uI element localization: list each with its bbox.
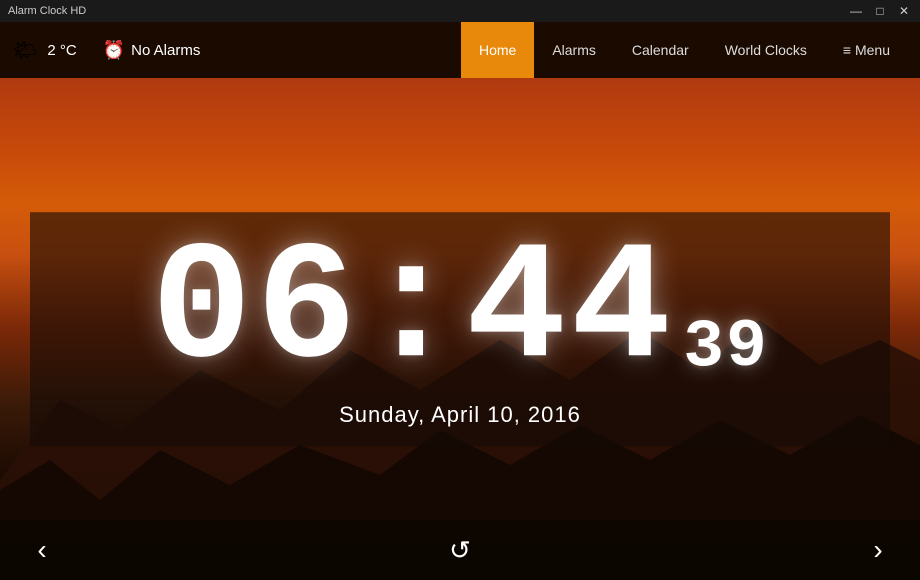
nav-alarms-button[interactable]: Alarms — [534, 22, 614, 78]
clock-hours: 06 — [151, 216, 361, 406]
navbar: 🌤 2 °C ⏰ No Alarms Home Alarms Calendar … — [0, 22, 920, 78]
weather-icon: 🌤 — [12, 38, 37, 63]
alarm-status: No Alarms — [131, 42, 200, 59]
clock-panel: 06:44 39 Sunday, April 10, 2016 — [30, 212, 890, 446]
nav-menu-button[interactable]: ≡ Menu — [825, 22, 908, 78]
nav-home-button[interactable]: Home — [461, 22, 534, 78]
clock-date: Sunday, April 10, 2016 — [339, 402, 581, 428]
next-button[interactable]: › — [856, 528, 900, 572]
weather-temp: 2 °C — [47, 42, 76, 59]
window-controls: — □ ✕ — [848, 4, 912, 18]
nav-calendar-button[interactable]: Calendar — [614, 22, 707, 78]
close-button[interactable]: ✕ — [896, 4, 912, 18]
nav-left: 🌤 2 °C ⏰ No Alarms — [12, 38, 461, 63]
clock-seconds: 39 — [683, 314, 769, 382]
minimize-button[interactable]: — — [848, 4, 864, 18]
nav-world-clocks-button[interactable]: World Clocks — [707, 22, 825, 78]
nav-right: Home Alarms Calendar World Clocks ≡ Menu — [461, 22, 908, 78]
clock-time: 06:44 — [151, 232, 675, 392]
alarm-section: ⏰ No Alarms — [103, 40, 201, 61]
main-content: 06:44 39 Sunday, April 10, 2016 ‹ ↺ › — [0, 78, 920, 580]
titlebar: Alarm Clock HD — □ ✕ — [0, 0, 920, 22]
maximize-button[interactable]: □ — [872, 4, 888, 18]
clock-minutes: 44 — [466, 216, 676, 406]
clock-colon: : — [361, 216, 466, 406]
app-title: Alarm Clock HD — [8, 5, 86, 17]
clock-display: 06:44 39 — [151, 232, 769, 392]
refresh-button[interactable]: ↺ — [449, 535, 471, 566]
alarm-icon: ⏰ — [103, 40, 125, 61]
bottom-controls: ‹ ↺ › — [0, 520, 920, 580]
prev-button[interactable]: ‹ — [20, 528, 64, 572]
